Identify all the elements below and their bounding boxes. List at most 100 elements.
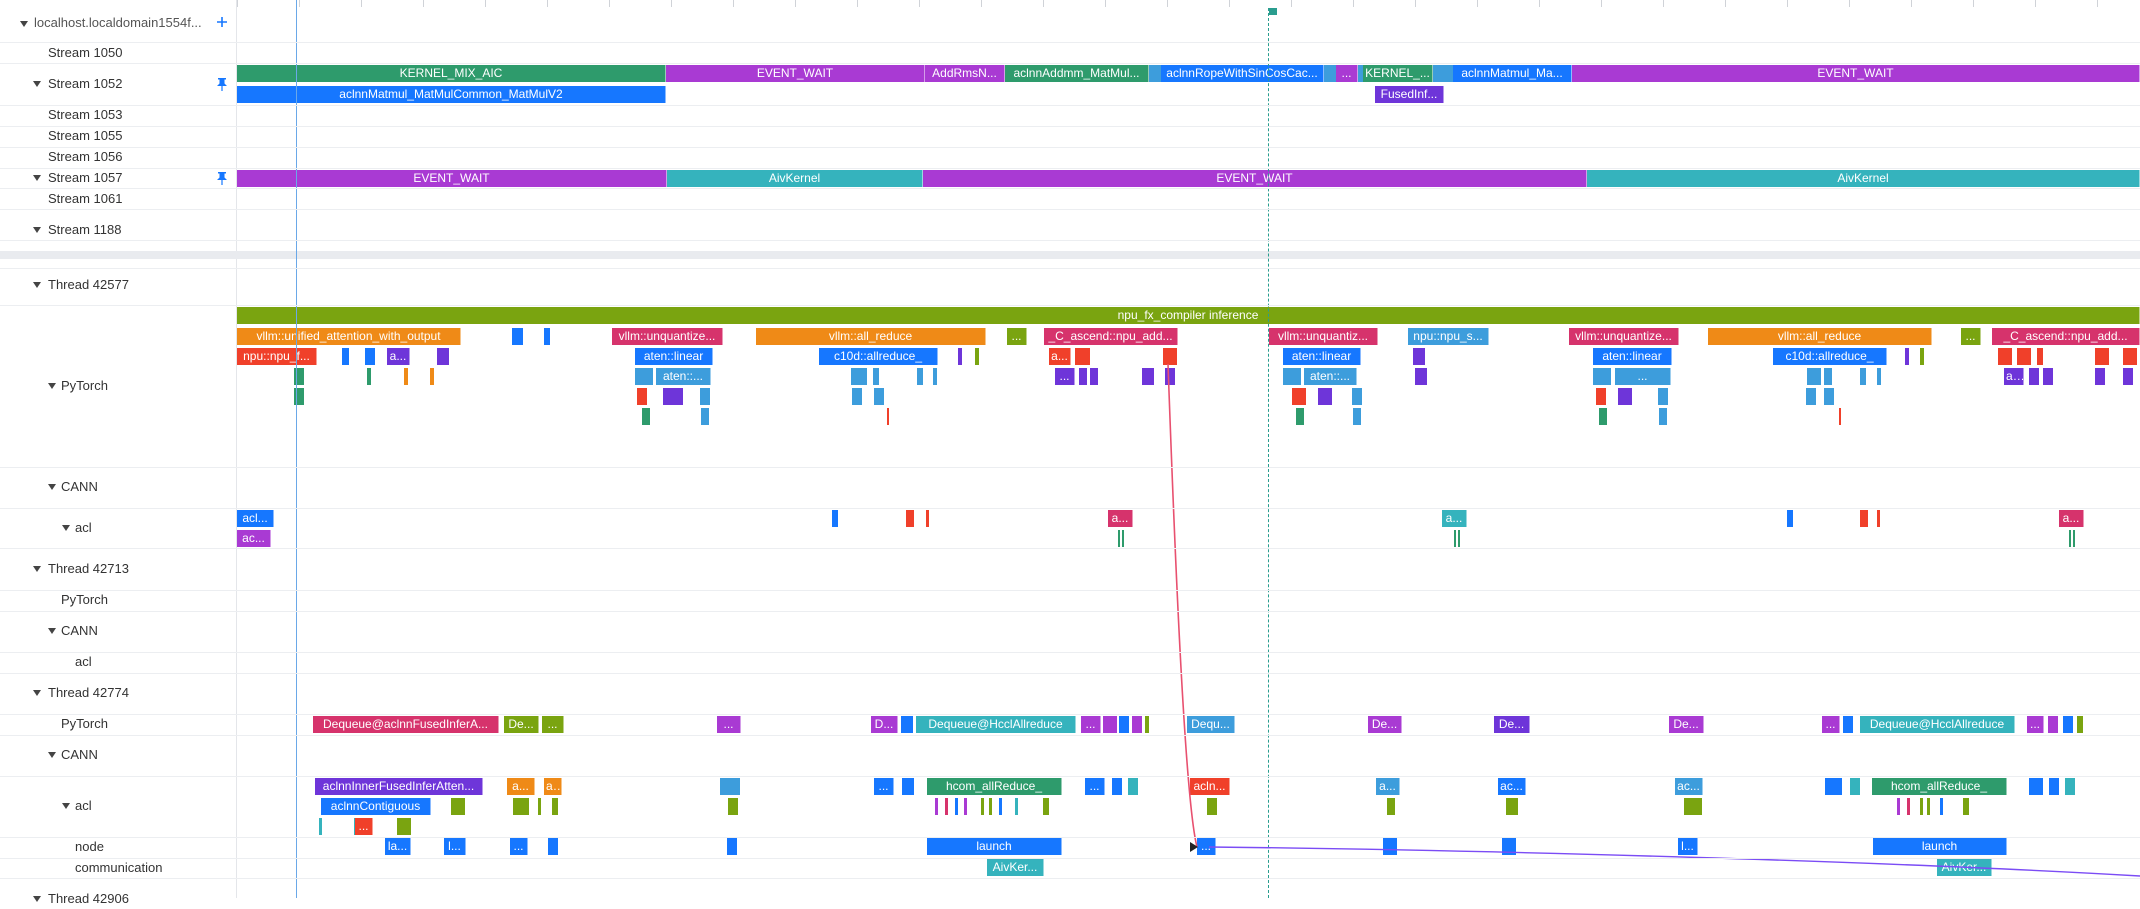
slice-marker[interactable] xyxy=(1877,368,1881,385)
slice-marker[interactable] xyxy=(1296,408,1304,425)
track-label[interactable]: communication xyxy=(75,858,162,878)
slice-block[interactable]: ac... xyxy=(1498,778,1526,795)
slice-marker[interactable] xyxy=(964,798,967,815)
slice-marker[interactable] xyxy=(538,798,541,815)
expand-arrow-icon[interactable] xyxy=(48,628,56,634)
slice-marker[interactable] xyxy=(955,798,958,815)
slice-block[interactable]: aclnnMatmul_Ma... xyxy=(1453,65,1572,82)
slice-marker[interactable] xyxy=(1103,716,1117,733)
slice-marker[interactable] xyxy=(2049,778,2059,795)
track-label[interactable]: Thread 42577 xyxy=(48,275,129,295)
slice-block[interactable]: AivKernel xyxy=(667,170,923,187)
slice-marker[interactable] xyxy=(1433,65,1443,82)
slice-block[interactable]: ... xyxy=(1055,368,1075,385)
slice-marker[interactable] xyxy=(873,368,879,385)
slice-marker[interactable] xyxy=(1387,798,1395,815)
expand-arrow-icon[interactable] xyxy=(62,525,70,531)
slice-marker[interactable] xyxy=(1142,368,1154,385)
slice-marker[interactable] xyxy=(981,798,984,815)
track-label[interactable]: CANN xyxy=(61,745,98,765)
slice-marker[interactable] xyxy=(642,408,650,425)
slice-marker[interactable] xyxy=(2069,530,2071,547)
track-label[interactable]: node xyxy=(75,837,104,857)
marker-line[interactable] xyxy=(1268,8,1269,898)
slice-block[interactable]: AivKer... xyxy=(1937,859,1992,876)
slice-block[interactable]: launch xyxy=(1873,838,2007,855)
slice-block[interactable]: ac... xyxy=(1675,778,1703,795)
slice-marker[interactable] xyxy=(1659,408,1667,425)
pin-icon[interactable] xyxy=(216,77,228,91)
slice-block[interactable]: KERNEL_... xyxy=(1363,65,1433,82)
slice-marker[interactable] xyxy=(1998,348,2012,365)
slice-marker[interactable] xyxy=(2073,530,2075,547)
slice-marker[interactable] xyxy=(1165,368,1175,385)
slice-block[interactable]: ... xyxy=(1081,716,1101,733)
slice-marker[interactable] xyxy=(1927,798,1930,815)
slice-block[interactable]: Dequeue@HcclAllreduce xyxy=(1860,716,2015,733)
marker-flag-icon[interactable] xyxy=(1269,8,1277,15)
slice-block[interactable]: _C_ascend::npu_add... xyxy=(1044,328,1178,345)
slice-marker[interactable] xyxy=(852,388,862,405)
slice-block[interactable]: ... xyxy=(1961,328,1981,345)
slice-marker[interactable] xyxy=(1502,838,1516,855)
slice-block[interactable]: ... xyxy=(542,716,564,733)
slice-marker[interactable] xyxy=(637,388,647,405)
slice-block[interactable]: vllm::unquantize... xyxy=(1569,328,1679,345)
slice-marker[interactable] xyxy=(1596,388,1606,405)
slice-block[interactable]: aclnnAddmm_MatMul... xyxy=(1005,65,1149,82)
expand-arrow-icon[interactable] xyxy=(48,484,56,490)
slice-block[interactable]: EVENT_WAIT xyxy=(666,65,925,82)
slice-block[interactable]: EVENT_WAIT xyxy=(923,170,1587,187)
slice-marker[interactable] xyxy=(1353,408,1361,425)
track-label[interactable]: PyTorch xyxy=(61,714,108,734)
slice-marker[interactable] xyxy=(1506,798,1518,815)
slice-marker[interactable] xyxy=(1843,716,1853,733)
slice-block[interactable]: ... xyxy=(1336,65,1358,82)
slice-block[interactable]: a... xyxy=(1376,778,1400,795)
pin-icon[interactable] xyxy=(216,171,228,185)
slice-marker[interactable] xyxy=(887,408,889,425)
slice-marker[interactable] xyxy=(2095,368,2105,385)
slice-block[interactable]: AddRmsN... xyxy=(925,65,1005,82)
slice-block[interactable]: De... xyxy=(1669,716,1704,733)
slice-marker[interactable] xyxy=(552,798,558,815)
slice-block[interactable]: npu::npu_s... xyxy=(1408,328,1489,345)
expand-arrow-icon[interactable] xyxy=(48,752,56,758)
slice-block[interactable]: aclnnMatmul_MatMulCommon_MatMulV2 xyxy=(237,86,666,103)
slice-block[interactable]: aclnnContiguous xyxy=(321,798,431,815)
slice-marker[interactable] xyxy=(1824,368,1832,385)
slice-marker[interactable] xyxy=(1090,368,1098,385)
slice-marker[interactable] xyxy=(851,368,867,385)
slice-block[interactable]: a... xyxy=(1108,510,1133,527)
slice-block[interactable]: ... xyxy=(1197,838,1216,855)
track-label[interactable]: Stream 1057 xyxy=(48,168,122,188)
slice-marker[interactable] xyxy=(1163,348,1177,365)
slice-marker[interactable] xyxy=(1454,530,1456,547)
slice-marker[interactable] xyxy=(1940,798,1943,815)
slice-marker[interactable] xyxy=(1122,530,1124,547)
slice-block[interactable]: vllm::unified_attention_with_output xyxy=(237,328,461,345)
slice-block[interactable]: ... xyxy=(1615,368,1671,385)
slice-marker[interactable] xyxy=(926,510,929,527)
slice-marker[interactable] xyxy=(451,798,465,815)
track-label[interactable]: Stream 1053 xyxy=(48,105,122,125)
slice-marker[interactable] xyxy=(1415,368,1427,385)
slice-block[interactable]: vllm::all_reduce xyxy=(756,328,986,345)
slice-marker[interactable] xyxy=(1825,778,1842,795)
slice-marker[interactable] xyxy=(2037,348,2043,365)
slice-block[interactable]: ac... xyxy=(237,530,271,547)
track-label[interactable]: Stream 1055 xyxy=(48,126,122,146)
slice-marker[interactable] xyxy=(1907,798,1910,815)
slice-block[interactable]: De... xyxy=(1494,716,1530,733)
slice-marker[interactable] xyxy=(1283,368,1301,385)
slice-marker[interactable] xyxy=(1132,716,1142,733)
slice-marker[interactable] xyxy=(1897,798,1900,815)
expand-arrow-icon[interactable] xyxy=(33,227,41,233)
track-label[interactable]: acl xyxy=(75,796,92,816)
slice-block[interactable]: a... xyxy=(387,348,410,365)
slice-block[interactable]: ... xyxy=(874,778,894,795)
track-label[interactable]: PyTorch xyxy=(61,376,108,396)
slice-marker[interactable] xyxy=(975,348,979,365)
slice-block[interactable]: Dequeue@HcclAllreduce xyxy=(916,716,1076,733)
slice-marker[interactable] xyxy=(1593,368,1611,385)
